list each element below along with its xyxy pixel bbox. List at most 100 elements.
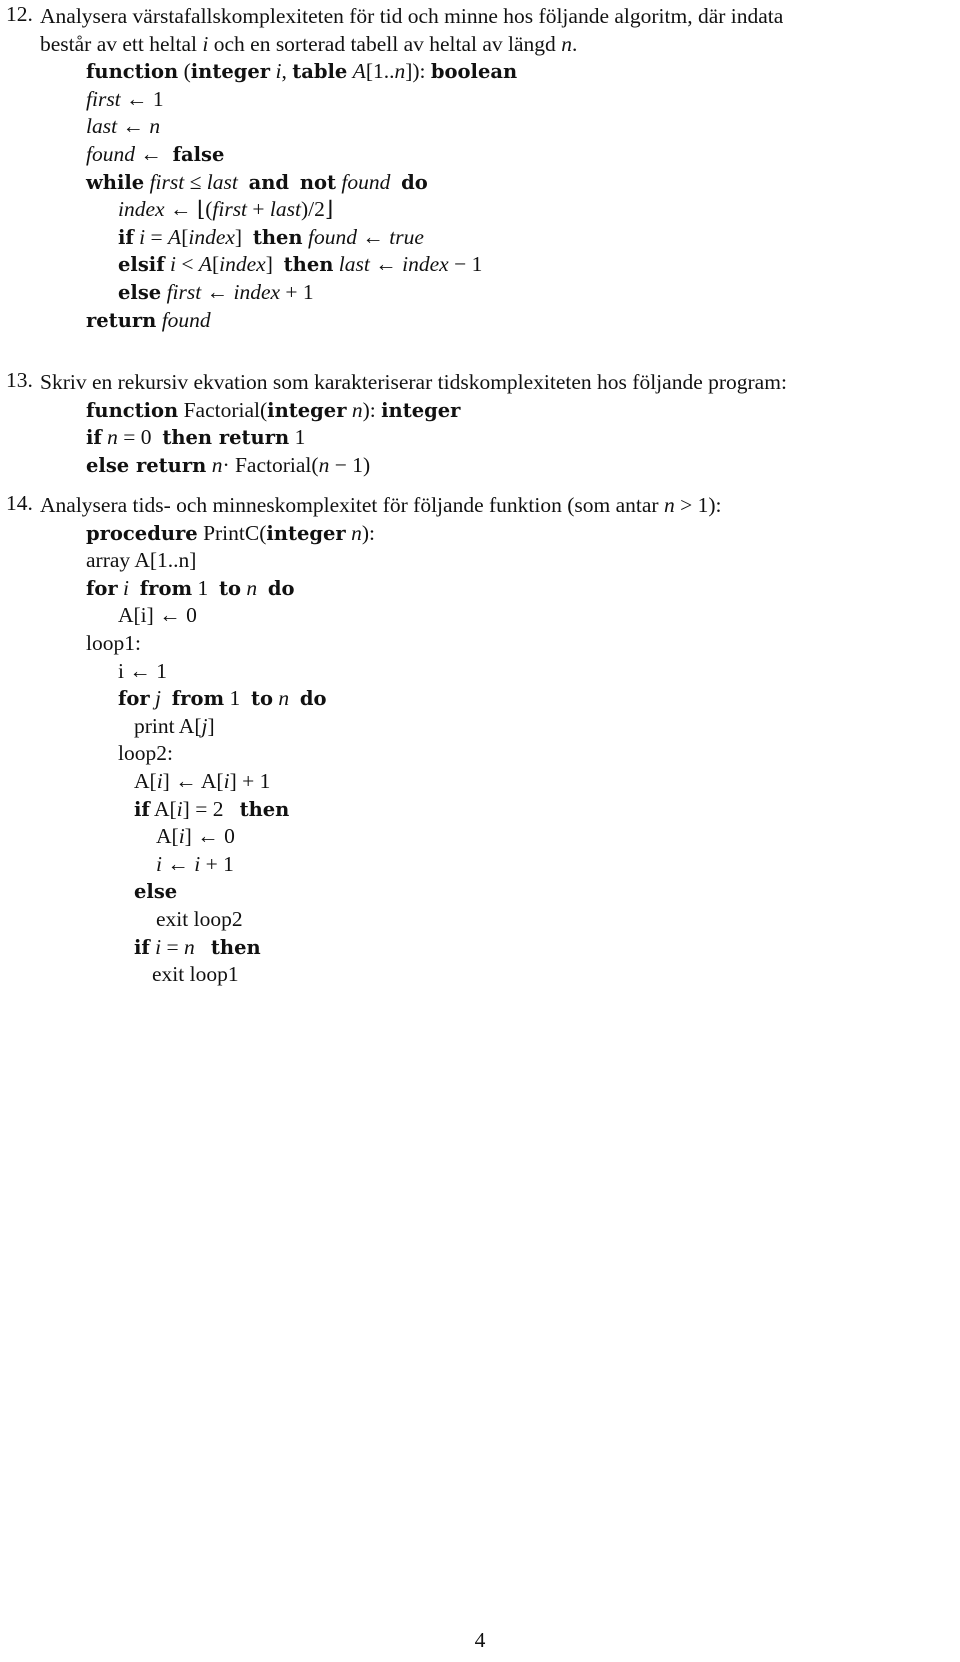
text-run: − 1	[448, 252, 483, 277]
text-run: ≤	[184, 169, 207, 194]
keyword: to	[218, 576, 241, 600]
keyword: do	[299, 687, 327, 711]
problem-number: 14.	[6, 491, 33, 515]
text-run: ←	[201, 280, 234, 304]
text-run: print A[	[134, 713, 202, 738]
keyword: from	[171, 687, 225, 711]
text-run: ←	[369, 252, 403, 277]
keyword: for	[118, 687, 150, 711]
keyword: if	[86, 426, 102, 450]
pseudocode-line: exit loop1	[152, 960, 239, 989]
text-run: exit loop1	[152, 962, 239, 987]
math-variable: last	[86, 114, 118, 139]
text-run: + 1	[280, 280, 314, 304]
math-variable: true	[389, 224, 424, 249]
text-run: 1	[192, 575, 219, 600]
text-run: ←	[161, 851, 195, 876]
keyword: procedure	[86, 521, 198, 545]
text-run	[257, 576, 268, 600]
text-run: ] = 2	[182, 796, 240, 821]
pseudocode-line: first ← 1	[86, 85, 164, 114]
text-run	[390, 170, 401, 194]
keyword: then	[239, 797, 290, 821]
keyword: then	[252, 225, 303, 249]
keyword: integer	[267, 398, 347, 422]
page-number: 4	[474, 1628, 486, 1652]
pseudocode-line: loop1:	[86, 629, 141, 658]
pseudocode-line: else	[134, 877, 177, 906]
problem-prompt-line: Analysera värstafallskomplexiteten för t…	[40, 2, 783, 31]
text-run	[289, 686, 300, 710]
text-run: ]	[234, 224, 253, 249]
keyword: if	[134, 935, 150, 959]
text-run: exit loop2	[156, 907, 243, 931]
text-run: =	[161, 934, 185, 959]
text-run: ] ← 0	[184, 824, 235, 849]
text-run: ]):	[405, 59, 431, 84]
text-run: 1	[224, 686, 251, 711]
math-variable: n	[246, 575, 258, 600]
math-variable: first	[212, 197, 248, 222]
text-run	[195, 935, 211, 959]
keyword: from	[139, 576, 193, 600]
text-run: )/2⌋	[301, 197, 334, 222]
text-run: =	[145, 224, 169, 249]
pseudocode-line: loop2:	[118, 739, 173, 768]
keyword: integer	[190, 60, 271, 84]
text-run	[238, 170, 249, 194]
text-run: A[	[134, 769, 157, 793]
math-variable: n	[149, 114, 161, 139]
math-variable: n	[663, 493, 675, 517]
text-run: ←	[356, 224, 390, 249]
keyword: else	[118, 281, 162, 304]
math-variable: last	[338, 252, 370, 277]
pseudocode-line: exit loop2	[156, 905, 243, 934]
text-run	[289, 170, 300, 194]
pseudocode-line: print A[j]	[134, 712, 215, 741]
math-variable: n	[278, 686, 290, 711]
keyword: elsif	[118, 253, 165, 277]
keyword: not	[299, 170, 337, 194]
keyword: function	[86, 60, 179, 84]
math-variable: last	[206, 169, 238, 194]
text-run: · Factorial(	[222, 452, 319, 477]
text-run: [1..	[365, 59, 395, 84]
pseudocode-line: i ← i + 1	[156, 850, 234, 879]
text-run: ,	[281, 59, 293, 84]
pseudocode-line: while first ≤ last and not found do	[86, 168, 428, 197]
math-variable: n	[211, 452, 223, 477]
text-run	[129, 576, 140, 600]
problem-number: 12.	[6, 2, 33, 26]
math-variable: found	[341, 169, 391, 194]
keyword: then	[283, 253, 334, 277]
pseudocode-line: A[i] ← 0	[156, 822, 235, 851]
pseudocode-line: A[i] ← 0	[118, 601, 197, 630]
math-variable: n	[561, 31, 572, 56]
pseudocode-line: procedure PrintC(integer n):	[86, 519, 375, 548]
pseudocode-line: for i from 1 to n do	[86, 574, 295, 603]
text-run: och en sorterad tabell av heltal av läng…	[208, 31, 562, 56]
keyword: integer	[381, 398, 461, 422]
text-run: Skriv en rekursiv ekvation som karakteri…	[40, 370, 787, 394]
problem-number: 13.	[6, 368, 33, 392]
text-run: ] ← A[	[162, 769, 224, 793]
math-variable: index	[402, 252, 449, 277]
keyword: if	[134, 797, 150, 821]
text-run: Analysera värstafallskomplexiteten för t…	[40, 4, 784, 28]
math-variable: index	[219, 252, 266, 277]
text-run: ):	[362, 397, 382, 422]
text-run: > 1):	[674, 493, 722, 517]
keyword: integer	[266, 521, 346, 545]
keyword: else	[134, 880, 178, 904]
pseudocode-line: else return n· Factorial(n − 1)	[86, 451, 370, 480]
pseudocode-line: function (integer i, table A[1..n]): boo…	[86, 57, 517, 86]
text-run: Factorial(	[178, 397, 268, 422]
text-run: ]	[207, 713, 215, 738]
keyword: while	[86, 170, 145, 194]
text-run: ):	[361, 520, 375, 545]
keyword: false	[172, 143, 225, 166]
math-variable: n	[394, 59, 406, 84]
text-run: ← ⌊(	[164, 197, 213, 222]
math-variable: A	[168, 224, 182, 249]
problem-prompt-line: består av ett heltal i och en sorterad t…	[40, 30, 577, 59]
